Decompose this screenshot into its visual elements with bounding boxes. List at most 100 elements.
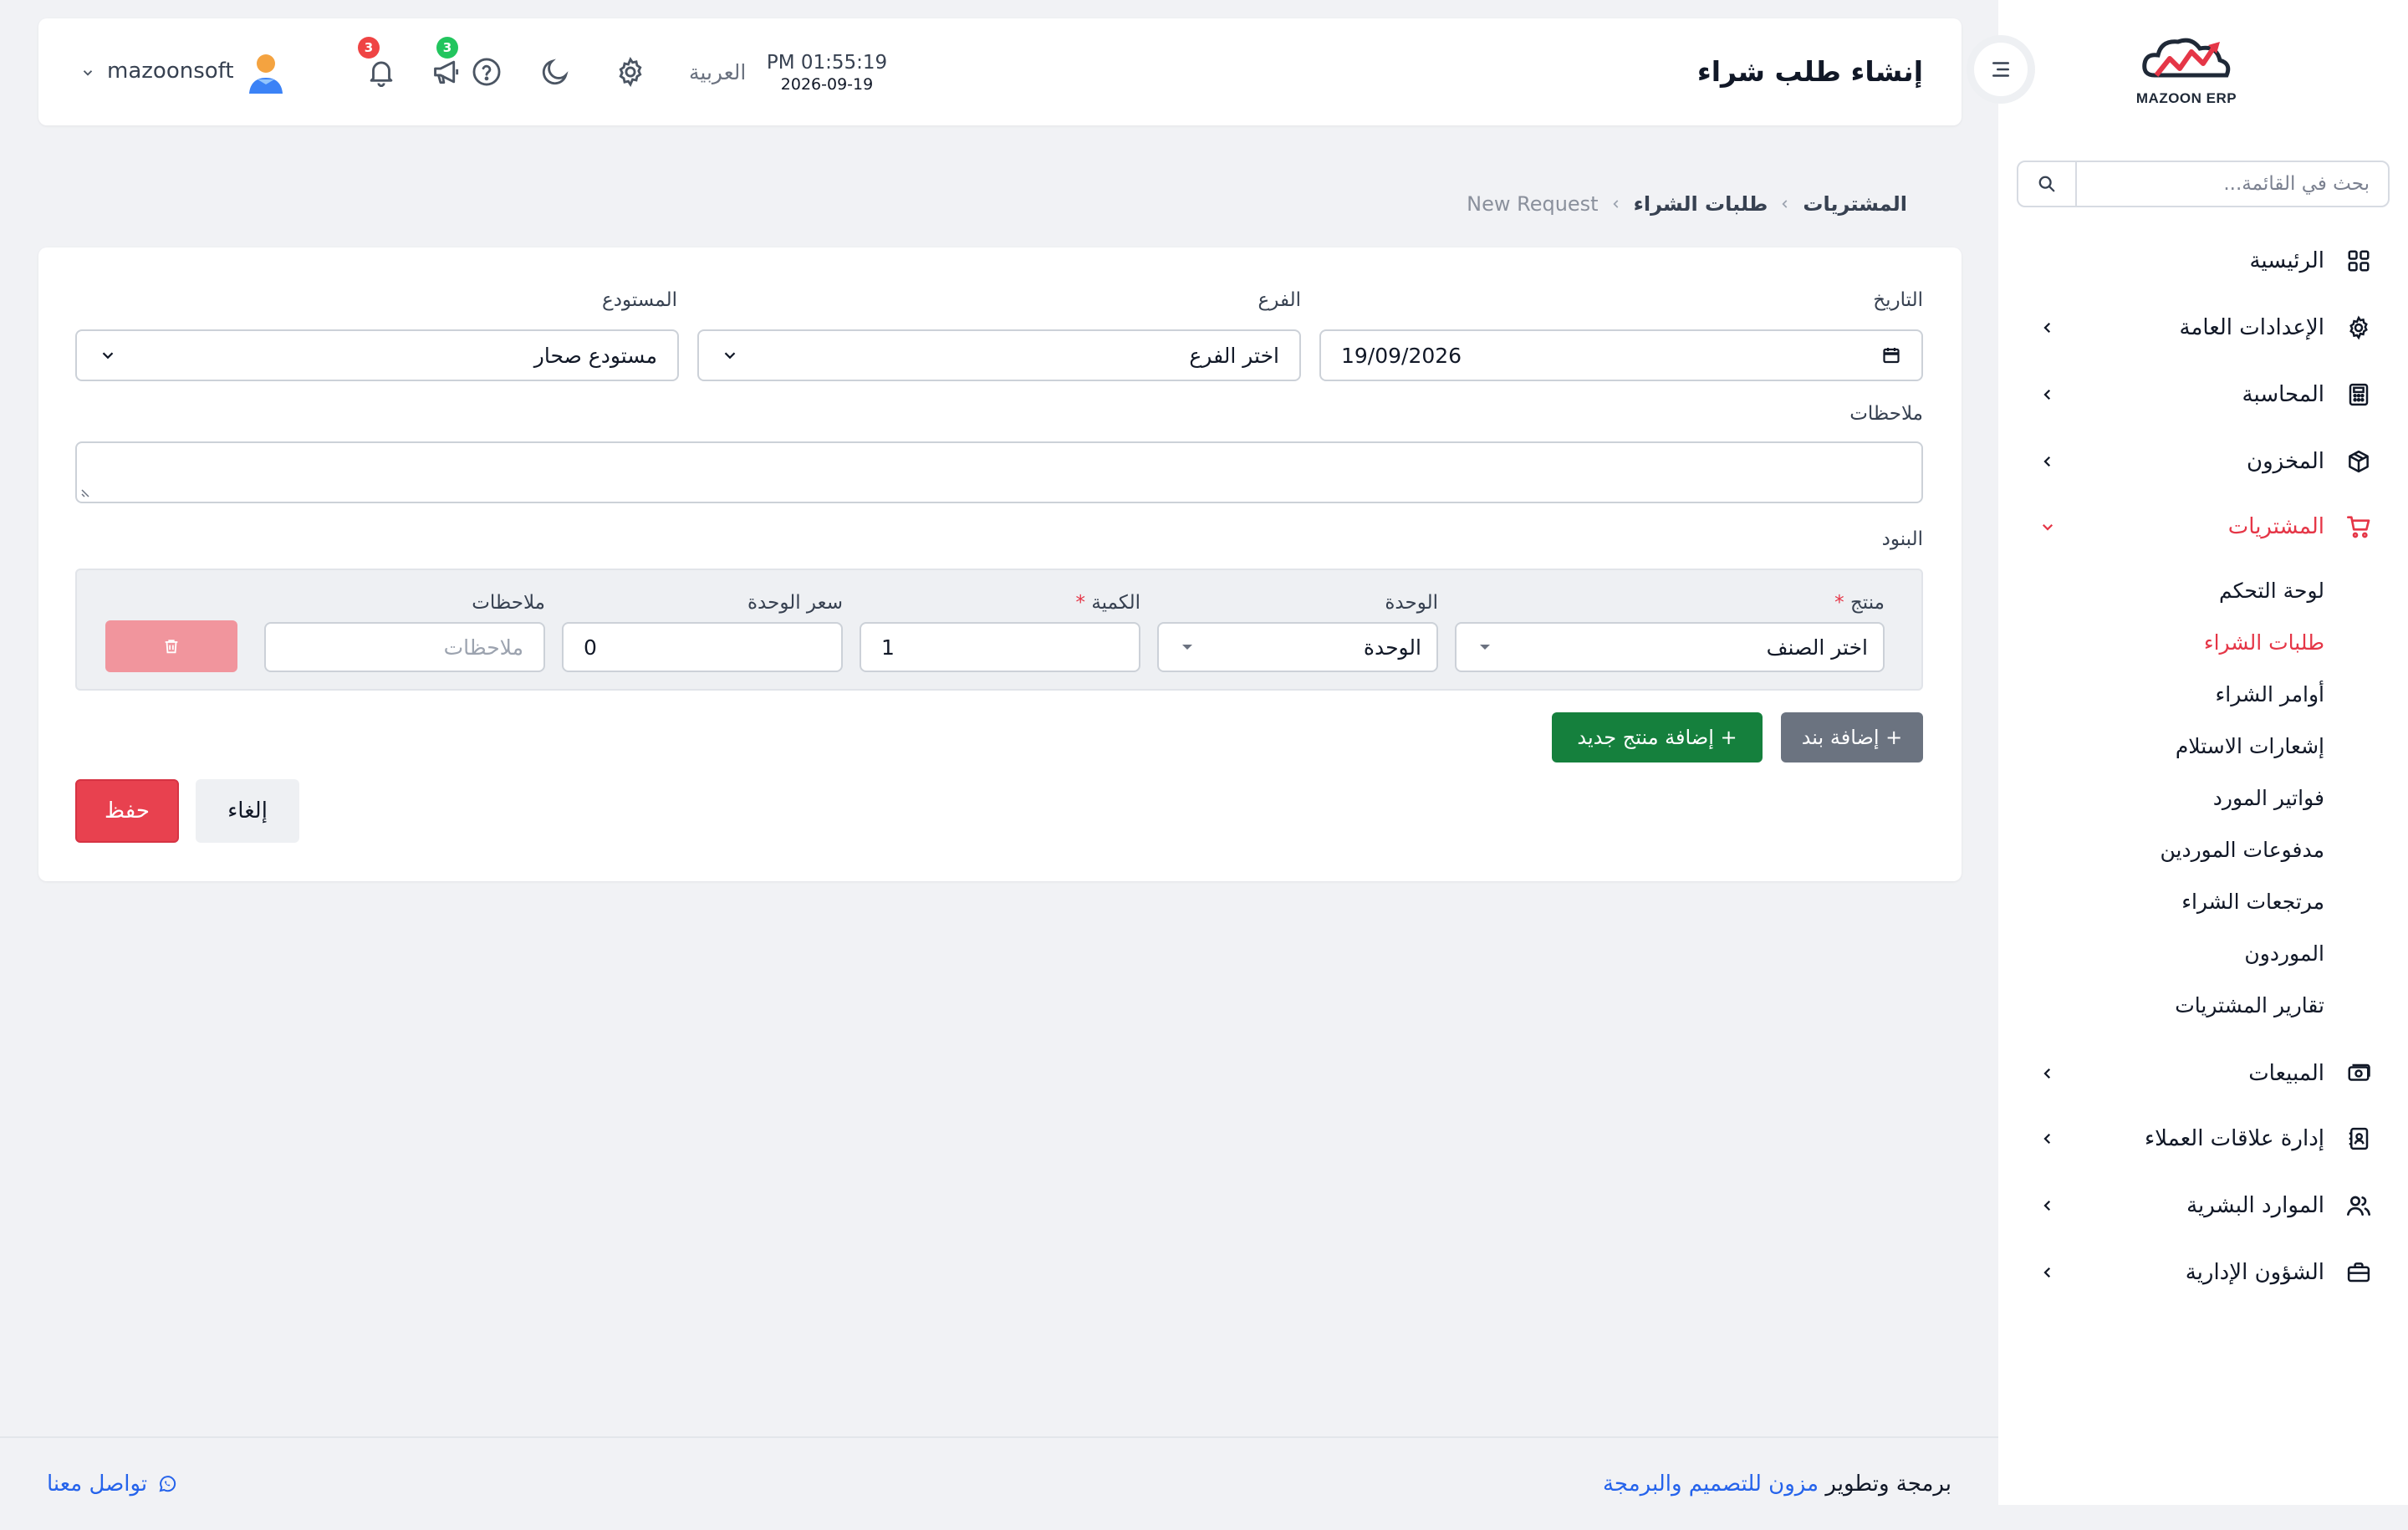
- notes-textarea[interactable]: [75, 441, 1923, 503]
- resize-handle-icon[interactable]: [80, 485, 94, 498]
- delete-item-button[interactable]: [105, 620, 237, 672]
- save-button[interactable]: حفظ: [75, 779, 179, 843]
- sidebar-item-label: الموارد البشرية: [2186, 1193, 2324, 1218]
- item-notes-input[interactable]: ملاحظات: [264, 622, 545, 672]
- clock: PM 01:55:19 2026-09-19: [756, 52, 898, 94]
- chevron-down-icon[interactable]: [80, 65, 95, 80]
- sidebar-item-purchases[interactable]: المشتريات: [1998, 502, 2408, 552]
- logo[interactable]: MAZOON ERP: [2090, 33, 2283, 117]
- cancel-button[interactable]: إلغاء: [196, 779, 299, 843]
- sidebar-item-label: الإعدادات العامة: [2179, 315, 2324, 340]
- item-notes-label: ملاحظات: [472, 592, 545, 614]
- briefcase-icon: [2344, 1258, 2373, 1287]
- chevron-down-icon: [102, 352, 114, 360]
- chevron-down-icon: [724, 352, 736, 360]
- chevron-left-icon: [2038, 319, 2057, 337]
- sidebar-item-sales[interactable]: المبيعات: [1998, 1048, 2408, 1099]
- gear-icon: [619, 56, 642, 88]
- warehouse-select[interactable]: مستودع صحار: [75, 329, 679, 381]
- quantity-input[interactable]: 1: [860, 622, 1140, 672]
- users-icon: [2344, 1191, 2373, 1220]
- calculator-icon: [2344, 380, 2373, 409]
- announcements-badge: 3: [436, 37, 458, 59]
- caret-down-icon: [1182, 645, 1192, 650]
- unit-price-input[interactable]: 0: [562, 622, 843, 672]
- submenu-item-purchase-reports[interactable]: تقارير المشتريات: [2175, 993, 2324, 1017]
- submenu-item-suppliers[interactable]: الموردون: [2244, 941, 2324, 966]
- notifications-button[interactable]: 3: [358, 37, 400, 90]
- sidebar-item-hr[interactable]: الموارد البشرية: [1998, 1181, 2408, 1231]
- add-item-button[interactable]: + إضافة بند: [1781, 712, 1923, 762]
- search-button[interactable]: [2018, 162, 2077, 206]
- quantity-value: 1: [881, 635, 895, 660]
- sidebar-item-admin[interactable]: الشؤون الإدارية: [1998, 1247, 2408, 1298]
- sidebar-toggle-button[interactable]: [1967, 35, 2035, 104]
- breadcrumb-purchase-requests[interactable]: طلبات الشراء: [1634, 192, 1768, 216]
- username[interactable]: mazoonsoft: [107, 59, 234, 84]
- submenu-item-receipts[interactable]: إشعارات الاستلام: [2176, 734, 2324, 758]
- branch-label: الفرع: [1258, 289, 1301, 311]
- grid-icon: [2344, 247, 2373, 275]
- theme-toggle-button[interactable]: [537, 54, 574, 90]
- unit-select[interactable]: الوحدة: [1157, 622, 1438, 672]
- submenu-item-purchase-requests[interactable]: طلبات الشراء: [2204, 630, 2324, 655]
- logo-text: MAZOON ERP: [2135, 90, 2237, 106]
- submenu-item-purchase-returns[interactable]: مرتجعات الشراء: [2181, 890, 2324, 914]
- contacts-icon: [2344, 1125, 2373, 1153]
- megaphone-icon: [434, 60, 459, 84]
- sidebar-search-input[interactable]: [2077, 162, 2388, 206]
- warehouse-value: مستودع صحار: [533, 343, 657, 368]
- warehouse-label: المستودع: [601, 289, 677, 311]
- chevron-left-icon: [2038, 1130, 2057, 1148]
- product-select[interactable]: اختر الصنف: [1455, 622, 1885, 672]
- logo-mark: [2142, 38, 2231, 78]
- announcements-button[interactable]: 3: [428, 37, 465, 90]
- chevron-left-icon: [2038, 1064, 2057, 1083]
- product-value: اختر الصنف: [1766, 635, 1868, 660]
- branch-select[interactable]: اختر الفرع: [697, 329, 1301, 381]
- clock-date: 2026-09-19: [780, 75, 874, 94]
- unit-price-value: 0: [584, 635, 597, 660]
- chevron-left-icon: [2038, 1196, 2057, 1215]
- sidebar-item-settings[interactable]: الإعدادات العامة: [1998, 303, 2408, 353]
- sidebar-item-label: المشتريات: [2227, 514, 2324, 539]
- settings-button[interactable]: [612, 54, 649, 90]
- sidebar: MAZOON ERP الرئيسية الإعدادات العامة: [1998, 0, 2408, 1505]
- sidebar-item-inventory[interactable]: المخزون: [1998, 436, 2408, 487]
- sidebar-item-crm[interactable]: إدارة علاقات العملاء: [1998, 1114, 2408, 1164]
- unit-value: الوحدة: [1363, 635, 1421, 660]
- bell-icon: [370, 61, 393, 87]
- chevron-left-icon: [2038, 1263, 2057, 1282]
- trash-icon: [165, 640, 178, 654]
- breadcrumb-current: New Request: [1467, 192, 1599, 216]
- top-header: إنشاء طلب شراء PM 01:55:19 2026-09-19 ال…: [38, 18, 1962, 125]
- add-new-product-button[interactable]: + إضافة منتج جديد: [1552, 712, 1763, 762]
- language-switcher[interactable]: العربية: [689, 60, 746, 84]
- cart-icon: [2344, 513, 2373, 541]
- sidebar-item-accounting[interactable]: المحاسبة: [1998, 370, 2408, 420]
- item-row: منتج * الوحدة الكمية * سعر الوحدة ملاحظا…: [75, 569, 1923, 691]
- submenu-item-supplier-invoices[interactable]: فواتير المورد: [2213, 786, 2324, 810]
- notifications-badge: 3: [358, 37, 380, 59]
- cash-icon: [2344, 1059, 2373, 1088]
- moon-icon: [542, 59, 569, 85]
- sidebar-item-label: الرئيسية: [2249, 248, 2324, 273]
- submenu-item-supplier-payments[interactable]: مدفوعات الموردين: [2160, 838, 2324, 862]
- avatar[interactable]: [246, 52, 286, 95]
- help-button[interactable]: [468, 54, 505, 90]
- quantity-label: الكمية *: [1075, 592, 1140, 614]
- footer-credit-link[interactable]: مزون للتصميم والبرمجة: [1603, 1471, 1819, 1497]
- chevron-left-icon: [1779, 198, 1791, 210]
- chevron-left-icon: [2038, 385, 2057, 404]
- breadcrumb-purchases[interactable]: المشتريات: [1803, 192, 1907, 216]
- purchase-request-form: التاريخ الفرع المستودع 19/09/2026 اختر ا…: [38, 247, 1962, 881]
- notes-label: ملاحظات: [1849, 403, 1923, 425]
- contact-us-link[interactable]: تواصل معنا: [47, 1471, 177, 1497]
- date-field[interactable]: 19/09/2026: [1319, 329, 1923, 381]
- sidebar-item-label: المبيعات: [2248, 1061, 2324, 1086]
- sidebar-item-home[interactable]: الرئيسية: [1998, 236, 2408, 286]
- contact-label: تواصل معنا: [47, 1471, 148, 1497]
- calendar-icon[interactable]: [1881, 345, 1901, 365]
- submenu-item-dashboard[interactable]: لوحة التحكم: [2219, 579, 2324, 603]
- submenu-item-purchase-orders[interactable]: أوامر الشراء: [2216, 682, 2324, 706]
